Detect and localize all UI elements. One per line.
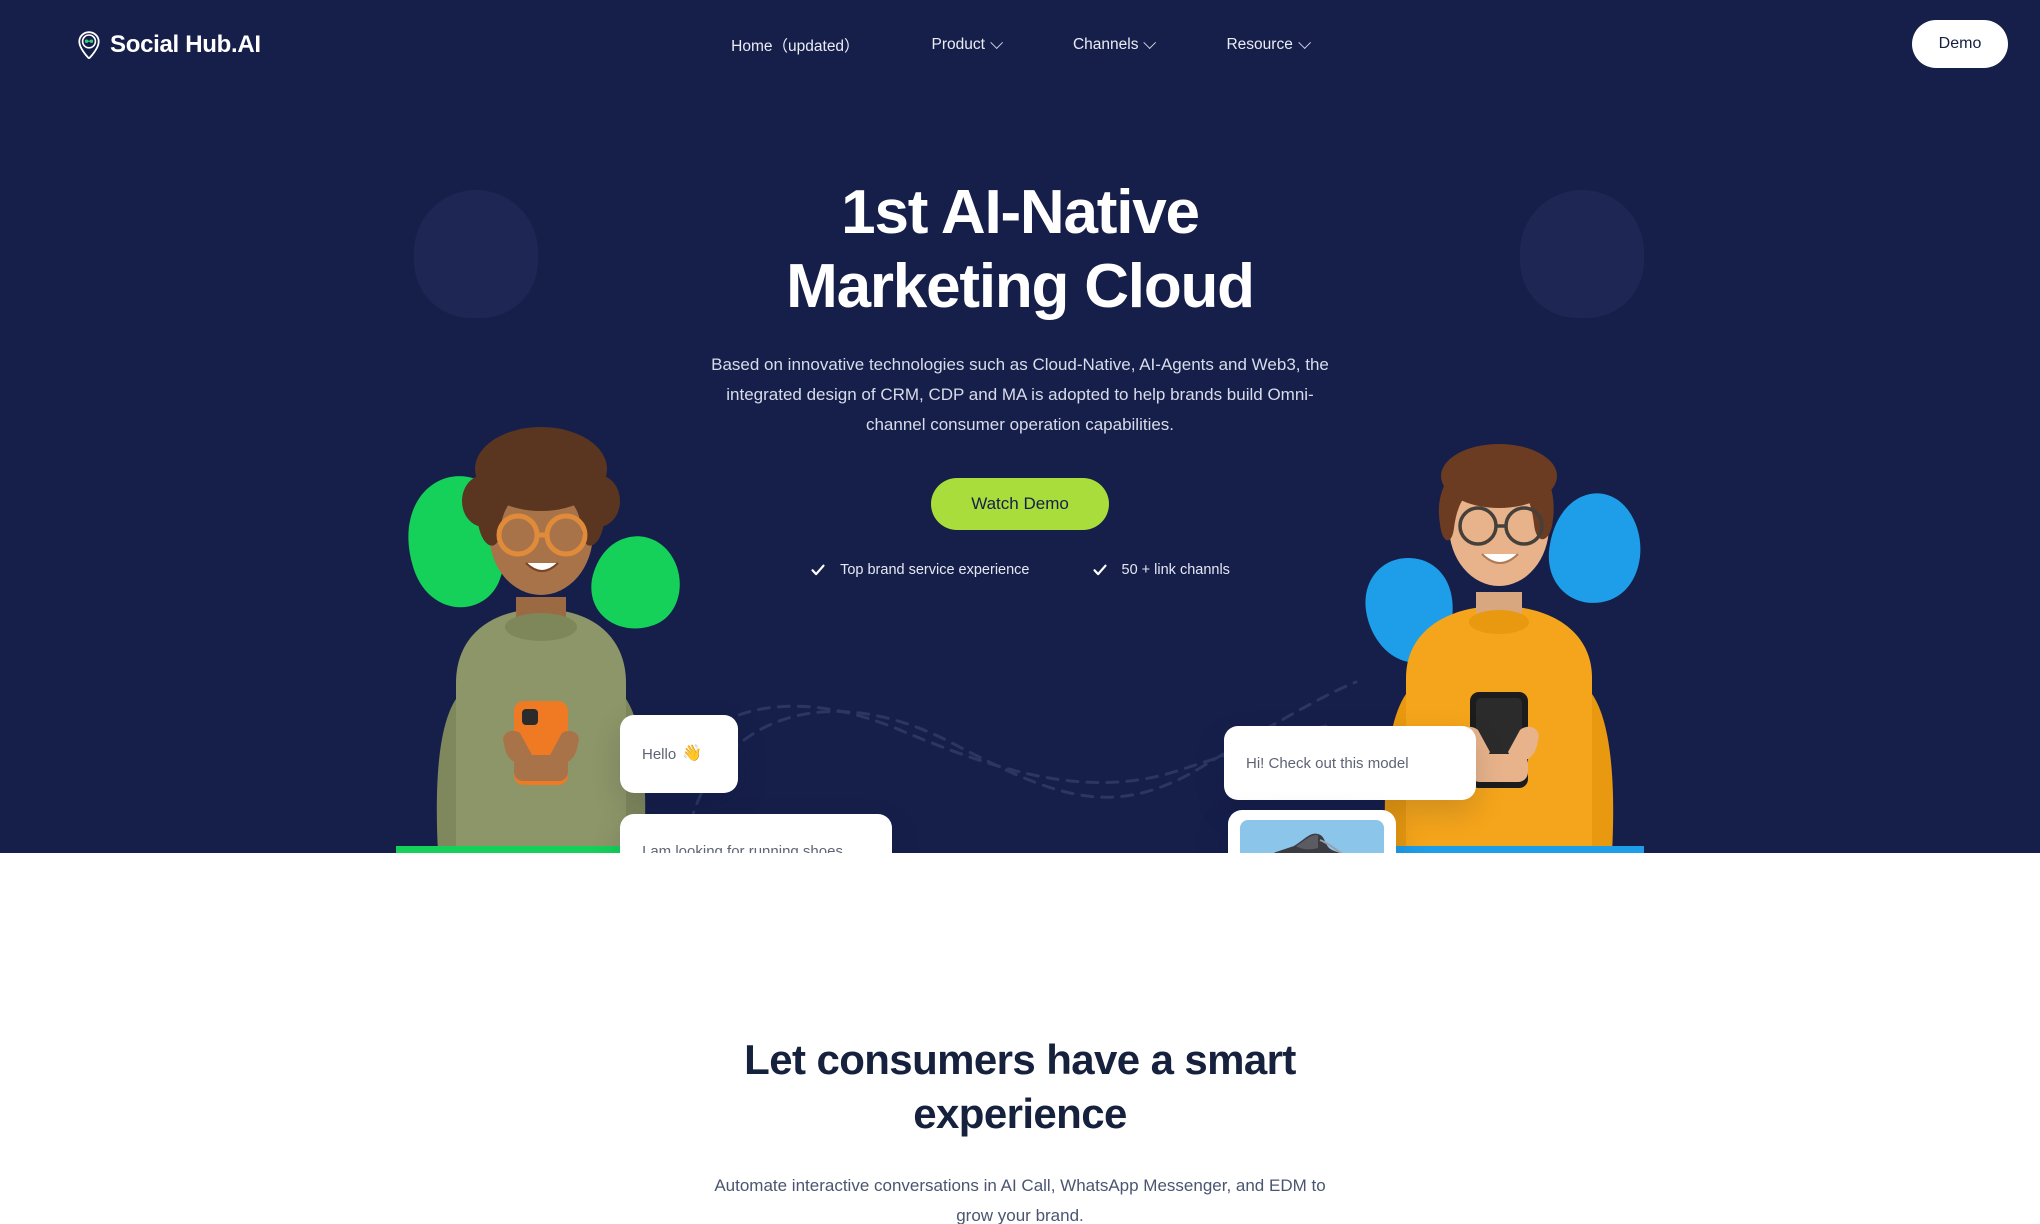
- section-subtitle: Automate interactive conversations in AI…: [714, 1176, 1326, 1224]
- location-pin-robot-icon: [76, 31, 102, 59]
- nav-item-channels[interactable]: Channels: [1037, 35, 1191, 54]
- chevron-down-icon: [990, 35, 1003, 49]
- product-card[interactable]: Nike Black Shoe. ★ 5.0 $149: [1228, 810, 1396, 853]
- watch-demo-button[interactable]: Watch Demo: [931, 478, 1109, 530]
- feature-label: Top brand service experience: [840, 562, 1030, 578]
- smart-experience-section: Let consumers have a smart experience Au…: [0, 853, 2040, 1224]
- chat-bubble-text: I am looking for running shoes: [642, 842, 843, 854]
- brand-logo[interactable]: Social Hub.AI: [76, 28, 261, 62]
- decorative-shape-left: [414, 190, 538, 318]
- chat-bubble-text: Hi! Check out this model: [1246, 754, 1409, 772]
- waving-hand-icon: 👋: [682, 745, 703, 762]
- hero-subtitle: Based on innovative technologies such as…: [711, 355, 1329, 434]
- accent-bar-right: [1354, 846, 1644, 853]
- check-icon: [1092, 562, 1108, 578]
- nav-item-label: Home（updated）: [731, 38, 860, 55]
- nav-item-resource[interactable]: Resource: [1190, 35, 1344, 54]
- decorative-shape-right: [1520, 190, 1644, 318]
- nav-item-label: Product: [931, 36, 985, 53]
- nav-item-label: Resource: [1226, 36, 1293, 53]
- chevron-down-icon: [1143, 35, 1157, 49]
- product-image: [1240, 820, 1384, 853]
- landing-page: Social Hub.AI Home（updated） Product Chan…: [0, 0, 2040, 1224]
- hero-feature-list: Top brand service experience 50 + link c…: [650, 562, 1390, 578]
- hero-title-line-1: 1st AI-Native: [841, 178, 1200, 247]
- chat-bubble-model: Hi! Check out this model: [1224, 726, 1476, 800]
- feature-item: Top brand service experience: [810, 562, 1030, 578]
- hero-copy: 1st AI-Native Marketing Cloud Based on i…: [650, 176, 1390, 578]
- chat-bubble-shoes: I am looking for running shoes: [620, 814, 892, 853]
- feature-label: 50 + link channls: [1121, 562, 1230, 578]
- demo-button[interactable]: Demo: [1912, 20, 2008, 68]
- nav-links: Home（updated） Product Channels Resource: [695, 34, 1345, 56]
- section-title: Let consumers have a smart experience: [744, 1036, 1296, 1137]
- navbar: Social Hub.AI Home（updated） Product Chan…: [0, 0, 2040, 88]
- chat-bubble-hello: Hello 👋: [620, 715, 738, 793]
- hero-title-line-2: Marketing Cloud: [786, 252, 1255, 321]
- feature-item: 50 + link channls: [1092, 562, 1230, 578]
- chevron-down-icon: [1297, 35, 1311, 49]
- chat-bubble-text: Hello: [642, 745, 677, 763]
- nav-item-home[interactable]: Home（updated）: [695, 34, 895, 56]
- nav-item-product[interactable]: Product: [896, 35, 1037, 54]
- nav-item-label: Channels: [1072, 36, 1139, 53]
- page-title: 1st AI-Native Marketing Cloud: [650, 176, 1390, 324]
- hero-section: Social Hub.AI Home（updated） Product Chan…: [0, 0, 2040, 853]
- check-icon: [810, 562, 826, 578]
- brand-name: Social Hub.AI: [110, 31, 261, 58]
